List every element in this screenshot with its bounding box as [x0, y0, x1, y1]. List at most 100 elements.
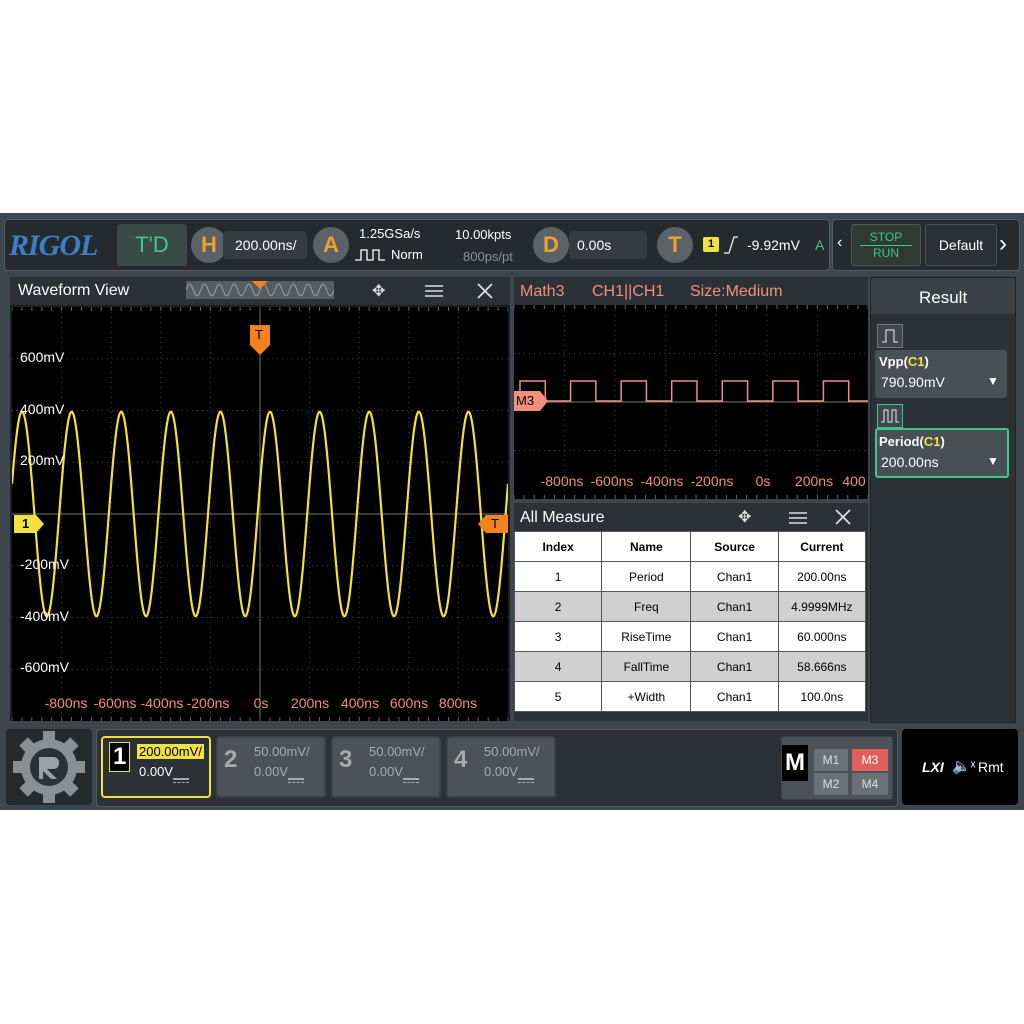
- result-source: C1: [907, 354, 925, 369]
- table-cell: 4.9999MHz: [777, 591, 867, 622]
- x-axis-label: -200ns: [186, 695, 230, 711]
- acquire-mode: Norm: [391, 247, 423, 262]
- table-cell: +Width: [601, 681, 692, 712]
- dc-coupling-icon: [518, 778, 534, 783]
- status-area: LXI 🔈ˣ Rmt: [902, 729, 1018, 805]
- x-axis-label: 600ns: [389, 695, 429, 711]
- dropdown-icon[interactable]: ▼: [987, 374, 999, 388]
- math-slot-m2[interactable]: M2: [814, 773, 848, 795]
- all-measure-title: All Measure: [520, 509, 605, 526]
- table-row[interactable]: 2 Freq Chan1 4.9999MHz: [514, 591, 867, 622]
- table-cell: RiseTime: [601, 621, 692, 652]
- channel-number: 3: [339, 746, 353, 773]
- stop-label: STOP: [869, 230, 903, 244]
- result-panel: Result Vpp(C1) 790.90mV ▼ Period(C1) 200…: [870, 277, 1016, 723]
- table-cell: 5: [514, 681, 603, 712]
- y-axis-label: -200mV: [20, 555, 70, 572]
- lxi-status[interactable]: LXI: [922, 759, 944, 775]
- move-icon[interactable]: ✥: [372, 281, 385, 301]
- menu-icon[interactable]: [424, 284, 444, 298]
- td-button[interactable]: T'D: [117, 224, 187, 266]
- trigger-position-marker[interactable]: T: [250, 325, 270, 355]
- channel-offset: 0.00V: [254, 764, 288, 779]
- result-value: 790.90mV: [881, 374, 945, 390]
- all-measure-header: All Measure ✥: [514, 503, 868, 531]
- speaker-mute-icon[interactable]: 🔈ˣ: [952, 757, 976, 775]
- table-cell: 2: [514, 591, 603, 622]
- column-header: Index: [514, 531, 603, 562]
- channel-offset: 0.00V: [369, 764, 403, 779]
- math-plot[interactable]: -800ns -600ns -400ns -200ns 0s 200ns 400 M3: [514, 305, 868, 499]
- trigger-mode: A: [815, 237, 825, 253]
- math-source: Math3: [520, 283, 565, 300]
- channel-3-button[interactable]: 3 50.00mV/0.00V: [331, 736, 441, 798]
- column-header: Source: [690, 531, 779, 562]
- trigger-rising-edge-icon: [724, 236, 738, 254]
- dc-coupling-icon: [288, 778, 304, 783]
- table-row[interactable]: 4 FallTime Chan1 58.666ns: [514, 651, 867, 682]
- rigol-logo: RIGOL: [9, 229, 98, 262]
- close-icon[interactable]: [834, 508, 852, 526]
- table-row[interactable]: 1 Period Chan1 200.00ns: [514, 561, 867, 592]
- table-cell: 60.000ns: [777, 621, 867, 652]
- acquire-button[interactable]: A 1.25GSa/s 10.00kpts Norm 800ps/pt: [311, 223, 529, 267]
- stop-run-button[interactable]: STOP RUN: [851, 224, 921, 266]
- math3-marker[interactable]: M3: [514, 391, 548, 411]
- result-name: Period: [879, 434, 920, 449]
- default-button[interactable]: Default: [925, 224, 997, 266]
- math-size: Size:Medium: [690, 283, 783, 300]
- math-slot-m3[interactable]: M3: [852, 749, 888, 771]
- chevron-right-icon[interactable]: ›: [999, 230, 1007, 258]
- trigger-level: -9.92mV: [747, 237, 800, 253]
- result-item-vpp[interactable]: Vpp(C1) 790.90mV ▼: [875, 350, 1007, 398]
- channel-2-button[interactable]: 2 50.00mV/0.00V: [216, 736, 326, 798]
- y-axis-label: 600mV: [20, 348, 65, 365]
- y-axis-label: 400mV: [20, 400, 65, 417]
- math-slot-m4[interactable]: M4: [852, 773, 888, 795]
- waveform-plot[interactable]: 600mV 400mV 200mV -200mV -400mV -600mV -800ns…: [12, 307, 508, 721]
- table-cell: 58.666ns: [777, 651, 867, 682]
- result-value: 200.00ns: [881, 454, 939, 470]
- table-cell: 4: [514, 651, 603, 682]
- result-name: Vpp: [879, 354, 904, 369]
- table-row[interactable]: 5 +Width Chan1 100.0ns: [514, 681, 867, 712]
- horizontal-button[interactable]: H 200.00ns/: [191, 223, 309, 267]
- math-menu[interactable]: M M1 M3 M2 M4: [781, 736, 893, 800]
- result-item-period[interactable]: Period(C1) 200.00ns ▼: [875, 428, 1009, 478]
- table-cell: 3: [514, 621, 603, 652]
- delay-button[interactable]: D 0.00s: [533, 223, 649, 267]
- x-axis-label: 800ns: [438, 695, 478, 711]
- channel-4-button[interactable]: 4 50.00mV/0.00V: [446, 736, 556, 798]
- channel-number: 1: [109, 742, 131, 772]
- dropdown-icon[interactable]: ▼: [987, 454, 999, 468]
- close-icon[interactable]: [476, 282, 494, 300]
- channel1-marker[interactable]: 1: [14, 515, 44, 533]
- trigger-button[interactable]: T 1 -9.92mV A: [655, 223, 827, 267]
- chevron-left-icon[interactable]: ‹: [837, 234, 842, 252]
- x-axis-label: -600ns: [590, 473, 634, 489]
- table-cell: Freq: [601, 591, 692, 622]
- measure-table: Index Name Source Current 1 Period Chan1 200.0…: [514, 531, 867, 712]
- move-icon[interactable]: ✥: [738, 507, 751, 527]
- waveform-overview[interactable]: [185, 281, 335, 299]
- remote-status: Rmt: [978, 759, 1004, 775]
- table-cell: 100.0ns: [777, 681, 867, 712]
- result-source: C1: [923, 434, 941, 449]
- math-slot-m1[interactable]: M1: [814, 749, 848, 771]
- result-title: Result: [919, 288, 968, 307]
- x-axis-label: -800ns: [44, 695, 88, 711]
- table-row[interactable]: 3 RiseTime Chan1 60.000ns: [514, 621, 867, 652]
- pulse-icon: [877, 404, 903, 428]
- table-cell: Period: [601, 561, 692, 592]
- menu-icon[interactable]: [788, 511, 808, 525]
- table-cell: Chan1: [690, 591, 779, 622]
- trigger-level-marker[interactable]: T: [478, 515, 508, 533]
- channel-1-button[interactable]: 1 200.00mV/0.00V: [101, 736, 211, 798]
- math-operation: CH1||CH1: [592, 283, 665, 300]
- math-view: Math3 CH1||CH1 Size:Medium -800ns -600ns -…: [514, 277, 868, 499]
- gear-logo[interactable]: [6, 729, 92, 805]
- x-axis-label: -400ns: [140, 695, 184, 711]
- y-axis-label: 200mV: [20, 452, 65, 469]
- table-cell: Chan1: [690, 561, 779, 592]
- x-axis-label: 400ns: [340, 695, 380, 711]
